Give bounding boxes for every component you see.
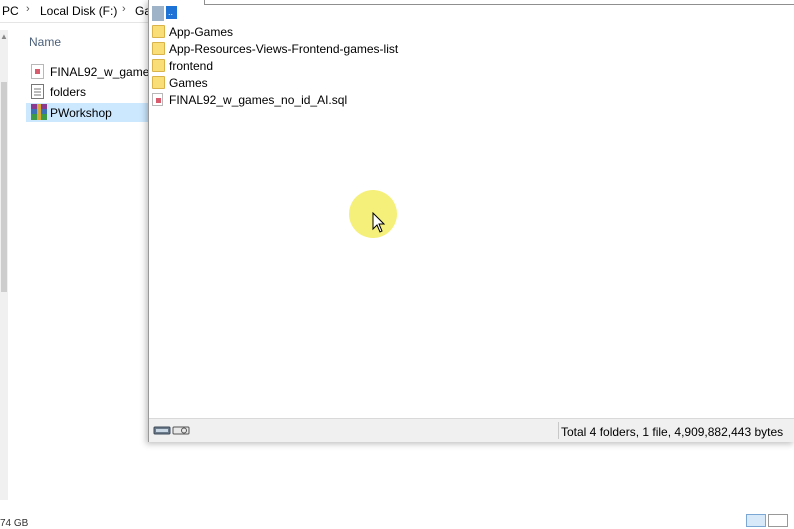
folder-icon [152,76,165,89]
list-item-label: Games [169,76,208,90]
breadcrumb-local-disk[interactable]: Local Disk (F:) [40,4,117,18]
large-icons-view-icon[interactable] [768,514,788,527]
parent-directory-selection: .. [166,6,177,19]
sql-file-icon [31,64,44,79]
drive-free-space: 74 GB [0,518,29,529]
vertical-scrollbar[interactable] [0,30,8,500]
text-file-icon [31,84,44,99]
status-bar: Total 4 folders, 1 file, 4,909,882,443 b… [149,418,794,442]
folder-icon [152,42,165,55]
details-view-icon[interactable] [746,514,766,527]
file-manager-window: .. App-Games App-Resources-Views-Fronten… [148,0,794,442]
selection-summary: Total 4 folders, 1 file, 4,909,882,443 b… [561,425,784,439]
status-divider [558,422,559,439]
scroll-up-arrow-icon[interactable]: ▲ [0,32,8,41]
list-item-label: App-Resources-Views-Frontend-games-list [169,42,399,56]
parent-folder-icon [152,6,164,21]
folder-icon [152,25,165,38]
chevron-right-icon: › [122,3,126,15]
list-item-label: folders [50,85,87,99]
scrollbar-thumb[interactable] [1,82,7,292]
breadcrumb-pc[interactable]: PC [2,4,19,18]
list-item-label: frontend [169,59,214,73]
column-header-name[interactable]: Name [29,35,61,49]
parent-directory-label: .. [168,7,174,17]
path-input[interactable] [204,0,794,5]
drive-icon [153,425,193,440]
sql-file-icon [152,93,163,106]
list-item-label: FINAL92_w_games [50,65,156,79]
list-item-label: FINAL92_w_games_no_id_AI.sql [169,93,348,107]
rar-archive-icon [31,104,47,120]
list-item-label: App-Games [169,25,234,39]
list-item-label: PWorkshop [50,106,112,120]
chevron-right-icon: › [26,3,30,15]
folder-icon [152,59,165,72]
mouse-pointer-icon [372,212,386,233]
